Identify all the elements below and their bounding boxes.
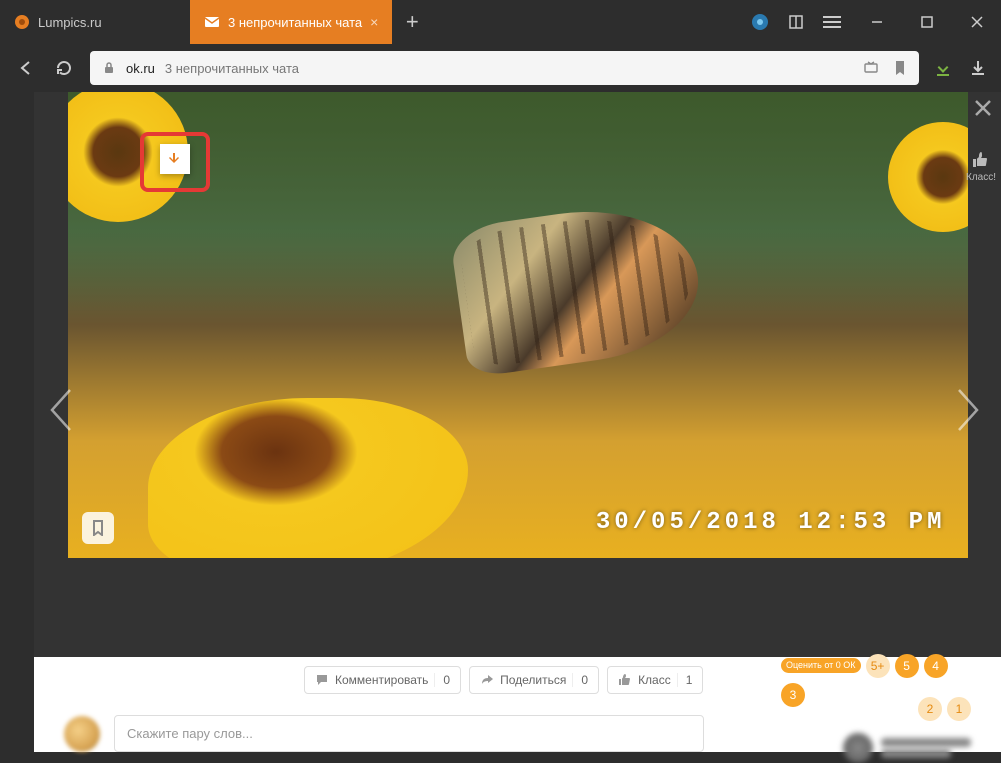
titlebar: Lumpics.ru 3 непрочитанных чата × + — [0, 0, 1001, 44]
tab-lumpics[interactable]: Lumpics.ru — [0, 0, 190, 44]
photo-timestamp: 30/05/2018 12:53 PM — [596, 509, 946, 536]
minimize-button[interactable] — [853, 0, 901, 44]
tab-label: Lumpics.ru — [38, 15, 102, 30]
share-button[interactable]: Поделиться 0 — [469, 666, 599, 694]
author-avatar — [843, 733, 873, 763]
avatar[interactable] — [64, 716, 100, 752]
photo[interactable]: 30/05/2018 12:53 PM — [68, 92, 968, 558]
tv-icon[interactable] — [863, 60, 879, 76]
comment-label: Комментировать — [335, 673, 428, 687]
rating-1[interactable]: 1 — [947, 697, 971, 721]
share-label: Поделиться — [500, 673, 566, 687]
reader-icon[interactable] — [787, 13, 805, 31]
pip-icon[interactable] — [751, 13, 769, 31]
downloads-icon[interactable] — [969, 59, 987, 77]
klass-overlay-button[interactable]: Класс! — [961, 150, 1001, 183]
url-domain: ok.ru — [126, 61, 155, 76]
comment-count: 0 — [434, 673, 450, 687]
author-info — [881, 738, 971, 758]
klass-button[interactable]: Класс 1 — [607, 666, 703, 694]
bookmark-photo-button[interactable] — [82, 512, 114, 544]
klass-count: 1 — [677, 673, 693, 687]
tab-label: 3 непрочитанных чата — [228, 15, 362, 30]
lock-icon — [102, 61, 116, 75]
next-photo-button[interactable] — [945, 378, 991, 442]
klass-overlay-label: Класс! — [966, 172, 996, 183]
photo-wrap: 30/05/2018 12:53 PM — [34, 92, 1001, 727]
addressbar: ok.ru 3 непрочитанных чата — [0, 44, 1001, 92]
photo-viewer: 30/05/2018 12:53 PM Класс! — [0, 92, 1001, 727]
url-box[interactable]: ok.ru 3 непрочитанных чата — [90, 51, 919, 85]
comment-input[interactable]: Скажите пару слов... — [114, 715, 704, 752]
menu-icon[interactable] — [823, 13, 841, 31]
rating-5[interactable]: 5 — [895, 654, 919, 678]
tabs: Lumpics.ru 3 непрочитанных чата × + — [0, 0, 432, 44]
window-controls — [751, 0, 1001, 44]
comment-button[interactable]: Комментировать 0 — [304, 666, 461, 694]
bookmark-icon[interactable] — [893, 60, 907, 76]
tab-ok[interactable]: 3 непрочитанных чата × — [190, 0, 392, 44]
new-tab-button[interactable]: + — [392, 0, 432, 44]
rating-5plus[interactable]: 5+ — [866, 654, 890, 678]
rating-2[interactable]: 2 — [918, 697, 942, 721]
close-icon[interactable]: × — [370, 14, 378, 30]
close-window-button[interactable] — [953, 0, 1001, 44]
klass-label: Класс — [638, 673, 671, 687]
maximize-button[interactable] — [903, 0, 951, 44]
action-row: Комментировать 0 Поделиться 0 Класс 1 Оц… — [34, 657, 1001, 703]
rating-3[interactable]: 3 — [781, 683, 805, 707]
prev-photo-button[interactable] — [38, 378, 84, 442]
annotation-highlight — [140, 132, 210, 192]
close-viewer-button[interactable] — [973, 98, 993, 118]
reload-button[interactable] — [52, 56, 76, 80]
viewer-left-gutter — [0, 92, 34, 727]
rating-label[interactable]: Оценить от 0 ОК — [781, 658, 861, 674]
photo-actions-panel: Комментировать 0 Поделиться 0 Класс 1 Оц… — [34, 657, 1001, 752]
back-button[interactable] — [14, 56, 38, 80]
rating-4[interactable]: 4 — [924, 654, 948, 678]
tab-favicon-lumpics — [14, 14, 30, 30]
share-count: 0 — [572, 673, 588, 687]
photo-author-block[interactable] — [843, 733, 971, 763]
url-title: 3 непрочитанных чата — [165, 61, 299, 76]
mail-icon — [204, 14, 220, 30]
download-arrow-icon[interactable] — [933, 58, 953, 78]
